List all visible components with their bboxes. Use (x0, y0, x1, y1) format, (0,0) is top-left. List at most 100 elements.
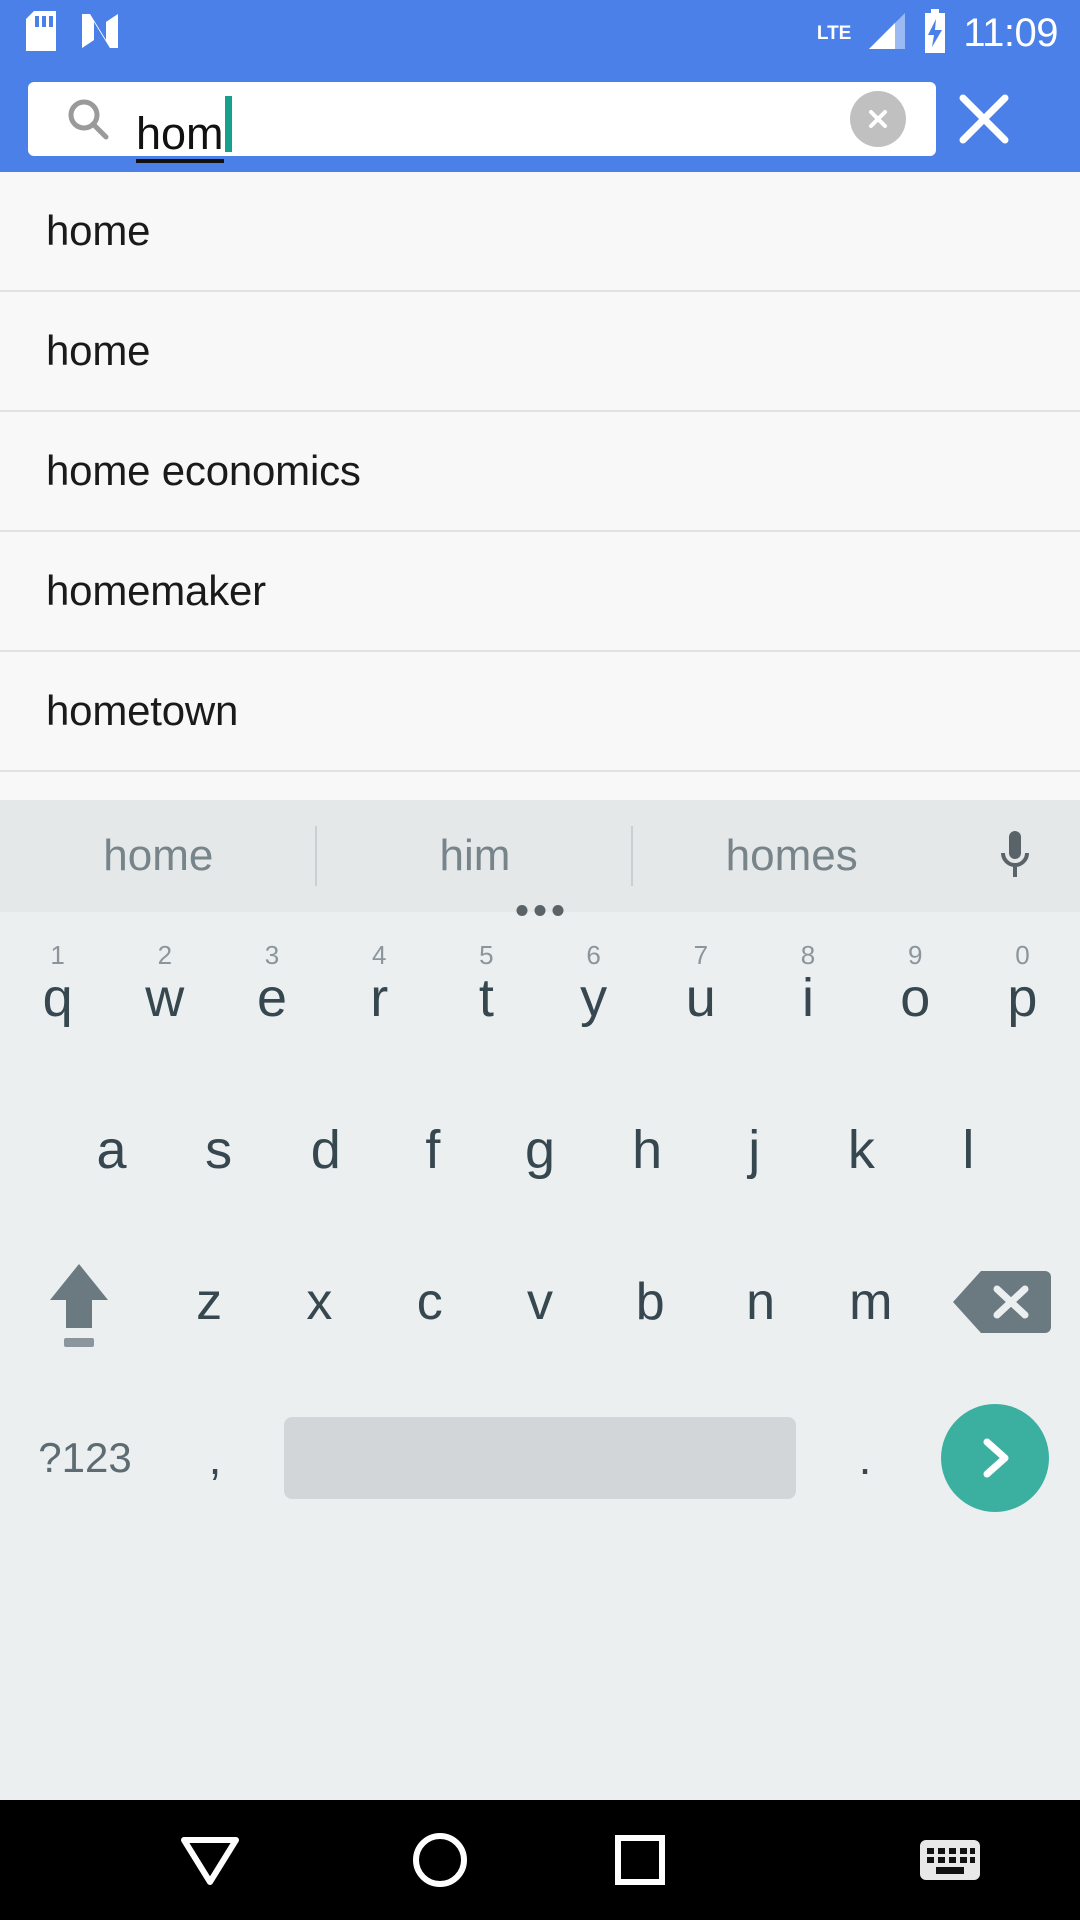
key-k[interactable]: k (808, 1074, 915, 1226)
key-f[interactable]: f (379, 1074, 486, 1226)
home-circle-icon[interactable] (340, 1800, 540, 1920)
key-b[interactable]: b (595, 1226, 705, 1378)
key-label: r (370, 968, 389, 1028)
hide-keyboard-icon[interactable] (860, 1800, 1040, 1920)
signal-bars-icon (865, 11, 907, 56)
period-key[interactable]: . (810, 1431, 920, 1485)
search-input[interactable]: hom (136, 82, 850, 163)
status-bar-clock: 11:09 (963, 11, 1058, 55)
key-number-hint: 7 (693, 940, 709, 970)
key-u[interactable]: 7 u (647, 922, 754, 1074)
battery-charging-icon (921, 8, 949, 58)
key-z[interactable]: z (154, 1226, 264, 1378)
on-screen-keyboard: home him homes 1 q 2 w 3 e 4 r 5 t 6 y 7… (0, 800, 1080, 1800)
suggestion-label: home (46, 207, 151, 254)
suggestion-label: hometown (46, 687, 239, 734)
text-cursor (224, 96, 232, 152)
key-label: h (632, 1120, 663, 1180)
keyboard-suggestion-1[interactable]: home (0, 800, 317, 912)
key-label: p (1007, 968, 1038, 1028)
key-label: b (635, 1273, 665, 1331)
clear-icon[interactable] (850, 91, 906, 147)
key-w[interactable]: 2 w (111, 922, 218, 1074)
backspace-icon[interactable] (926, 1226, 1076, 1378)
suggestion-label: homemaker (46, 567, 266, 614)
key-label: t (478, 968, 494, 1028)
enter-key[interactable] (920, 1404, 1070, 1512)
symbols-key[interactable]: ?123 (10, 1434, 160, 1482)
key-number-hint: 8 (800, 940, 816, 970)
key-d[interactable]: d (272, 1074, 379, 1226)
recents-square-icon[interactable] (540, 1800, 740, 1920)
key-label: g (524, 1120, 556, 1180)
key-x[interactable]: x (264, 1226, 374, 1378)
list-item-partial[interactable] (0, 772, 1080, 800)
key-label: c (416, 1273, 443, 1331)
list-item[interactable]: hometown (0, 652, 1080, 772)
android-nougat-icon (78, 10, 122, 57)
more-dots-icon[interactable] (516, 905, 564, 916)
key-e[interactable]: 3 e (218, 922, 325, 1074)
key-number-hint: 2 (157, 940, 173, 970)
microphone-icon[interactable] (950, 827, 1080, 885)
key-number-hint: 1 (50, 940, 65, 970)
search-query-text: hom (136, 110, 224, 163)
key-number-hint: 0 (1015, 940, 1030, 970)
back-down-triangle-icon[interactable] (80, 1800, 340, 1920)
key-label: a (96, 1120, 127, 1180)
key-label: s (205, 1120, 233, 1180)
list-item[interactable]: home (0, 172, 1080, 292)
keyboard-suggestion-3[interactable]: homes (633, 800, 950, 912)
key-l[interactable]: l (915, 1074, 1022, 1226)
key-a[interactable]: a (58, 1074, 165, 1226)
key-s[interactable]: s (165, 1074, 272, 1226)
key-o[interactable]: 9 o (862, 922, 969, 1074)
chevron-right-icon (941, 1404, 1049, 1512)
key-r[interactable]: 4 r (326, 922, 433, 1074)
list-item[interactable]: home economics (0, 412, 1080, 532)
navigation-bar (0, 1800, 1080, 1920)
key-c[interactable]: c (375, 1226, 485, 1378)
keyboard-suggestion-2[interactable]: him (317, 800, 634, 912)
key-t[interactable]: 5 t (433, 922, 540, 1074)
search-suggestion-list: home home home economics homemaker homet… (0, 172, 1080, 800)
key-number-hint: 3 (264, 940, 280, 970)
key-label: f (425, 1120, 441, 1180)
status-bar: LTE 11:09 (0, 0, 1080, 66)
status-bar-left-icons (26, 10, 122, 57)
key-label: o (900, 968, 931, 1028)
search-field[interactable]: hom (28, 82, 936, 163)
space-key[interactable] (284, 1417, 796, 1499)
key-number-hint: 4 (371, 940, 387, 970)
key-h[interactable]: h (594, 1074, 701, 1226)
sd-card-icon (26, 10, 56, 56)
key-label: k (847, 1120, 875, 1180)
list-item[interactable]: homemaker (0, 532, 1080, 652)
key-m[interactable]: m (816, 1226, 926, 1378)
key-g[interactable]: g (486, 1074, 593, 1226)
key-label: v (526, 1273, 553, 1331)
keyboard-row-1: 1 q 2 w 3 e 4 r 5 t 6 y 7 u 8 i 9 o 0 p (0, 922, 1080, 1074)
key-label: l (962, 1120, 975, 1180)
key-p[interactable]: 0 p (969, 922, 1076, 1074)
close-icon[interactable] (936, 66, 1032, 172)
key-i[interactable]: 8 i (754, 922, 861, 1074)
comma-key[interactable]: , (160, 1431, 270, 1485)
keyboard-suggestion-strip: home him homes (0, 800, 1080, 916)
key-q[interactable]: 1 q (4, 922, 111, 1074)
key-y[interactable]: 6 y (540, 922, 647, 1074)
key-label: q (42, 968, 73, 1028)
key-number-hint: 5 (479, 940, 494, 970)
key-j[interactable]: j (701, 1074, 808, 1226)
keyboard-key-rows: 1 q 2 w 3 e 4 r 5 t 6 y 7 u 8 i 9 o 0 p … (0, 912, 1080, 1538)
network-type-label: LTE (816, 22, 852, 44)
key-n[interactable]: n (705, 1226, 815, 1378)
key-label: z (196, 1273, 223, 1331)
key-v[interactable]: v (485, 1226, 595, 1378)
keyboard-row-2: a s d f g h j k l (0, 1074, 1080, 1226)
shift-up-arrow-icon[interactable] (4, 1226, 154, 1378)
key-label: j (748, 1120, 761, 1180)
key-label: m (849, 1273, 893, 1331)
key-label: n (746, 1273, 775, 1331)
list-item[interactable]: home (0, 292, 1080, 412)
